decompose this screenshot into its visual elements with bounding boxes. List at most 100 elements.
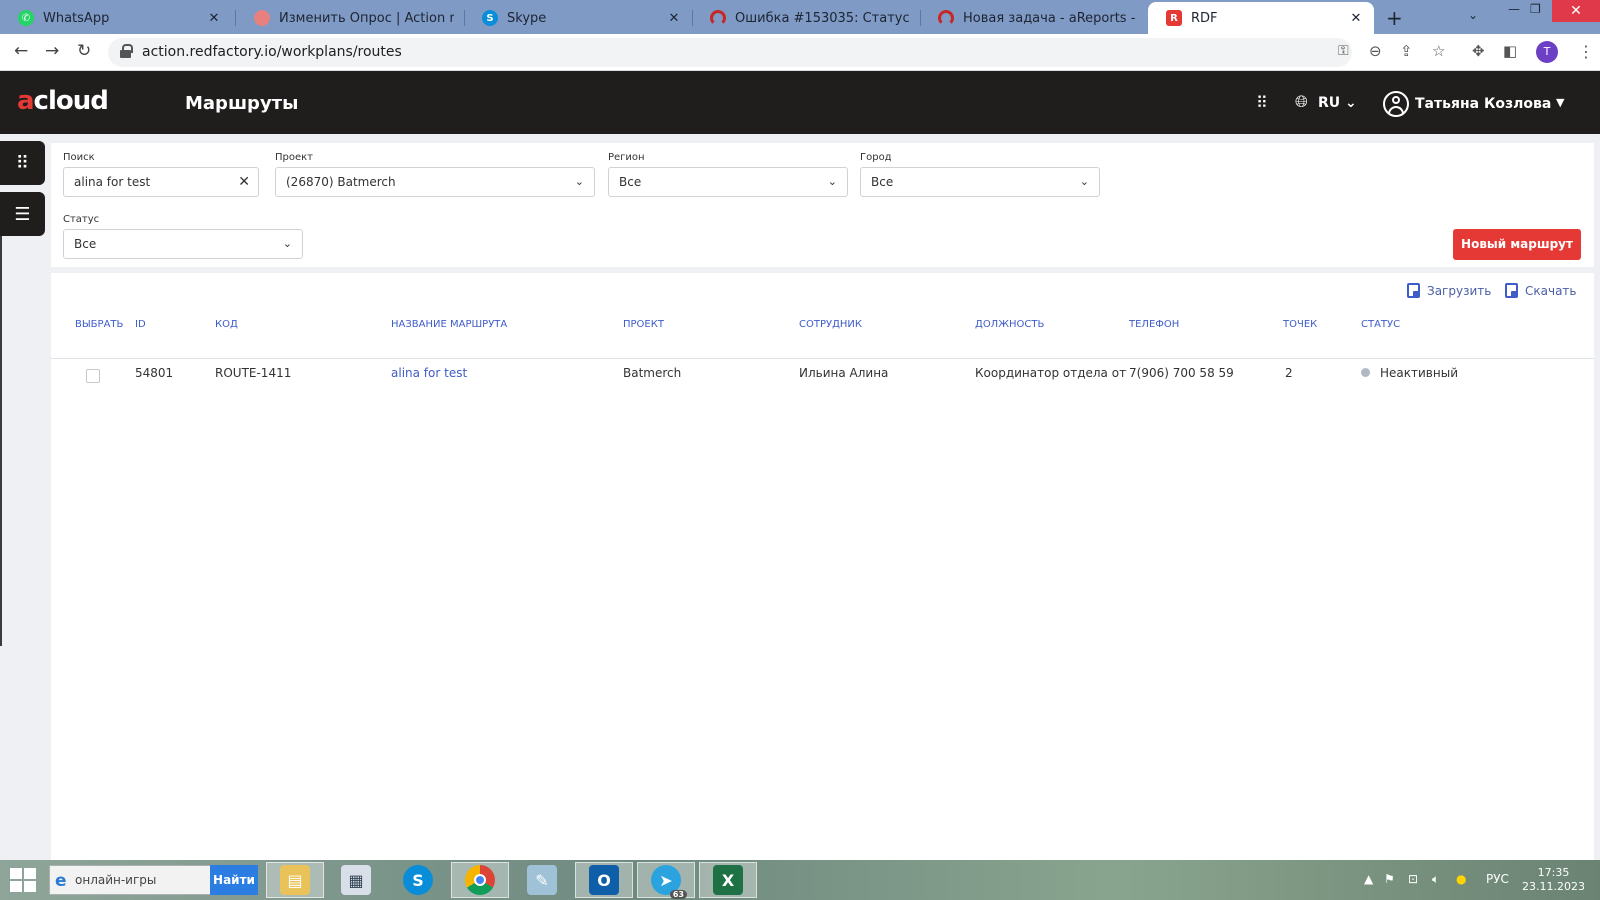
project-select[interactable]: (26870) Batmerch ⌄ — [275, 167, 595, 197]
clear-search-icon[interactable]: ✕ — [238, 168, 250, 196]
forward-icon[interactable]: → — [45, 41, 59, 61]
column-header-project[interactable]: ПРОЕКТ — [623, 319, 664, 330]
browser-tab-redmine-new[interactable]: Новая задача - aReports - SU — [920, 2, 1148, 34]
globe-icon[interactable]: 🌐︎ — [1295, 92, 1308, 112]
search-input[interactable]: alina for test ✕ — [63, 167, 259, 197]
rail-divider — [0, 236, 2, 646]
new-tab-icon[interactable]: + — [1386, 6, 1403, 30]
tab-title: Skype — [507, 10, 547, 26]
tray-volume-icon[interactable]: 🔈︎ — [1432, 872, 1439, 887]
cell-position: Координатор отдела отч... — [975, 366, 1127, 380]
share-icon[interactable]: ⇪ — [1400, 42, 1413, 60]
browser-tab-redmine-error[interactable]: Ошибка #153035: Статус мар — [692, 2, 920, 34]
sidebar-menu-button[interactable]: ☰ — [0, 192, 45, 236]
excel-icon: X — [713, 865, 743, 895]
taskbar-app-skype[interactable]: S — [389, 862, 447, 898]
apps-menu-button[interactable]: ⠿ — [0, 141, 45, 185]
side-panel-icon[interactable]: ◧ — [1503, 42, 1517, 60]
taskbar-app-chrome[interactable] — [451, 862, 509, 898]
status-value: Все — [74, 237, 97, 251]
status-select[interactable]: Все ⌄ — [63, 229, 303, 259]
back-icon[interactable]: ← — [14, 41, 28, 61]
tab-title: RDF — [1191, 10, 1218, 26]
tray-flag-icon[interactable]: ⚑ — [1384, 872, 1395, 886]
column-header-id[interactable]: ID — [135, 319, 146, 330]
column-header-code[interactable]: КОД — [215, 319, 238, 330]
column-header-route-name[interactable]: НАЗВАНИЕ МАРШРУТА — [391, 319, 507, 330]
tray-app-icon[interactable]: ● — [1456, 872, 1466, 886]
taskbar-app-explorer[interactable]: ▤ — [266, 862, 324, 898]
reload-icon[interactable]: ↻ — [77, 41, 91, 61]
address-bar[interactable]: action.redfactory.io/workplans/routes ⚿ — [108, 38, 1352, 67]
chevron-down-icon: ⌄ — [574, 175, 584, 188]
rdf-icon: R — [1166, 10, 1182, 26]
windows-taskbar: e онлайн-игры Найти ▤ ▦ S ✎ O ➤ 63 X ▲ ⚑ … — [0, 860, 1600, 900]
column-header-position[interactable]: ДОЛЖНОСТЬ — [975, 319, 1044, 330]
column-header-points[interactable]: ТОЧЕК — [1283, 319, 1317, 330]
file-explorer-icon: ▤ — [280, 865, 310, 895]
project-label: Проект — [275, 152, 314, 163]
column-header-phone[interactable]: ТЕЛЕФОН — [1129, 319, 1179, 330]
extensions-icon[interactable]: ✥ — [1472, 42, 1485, 60]
city-select[interactable]: Все ⌄ — [860, 167, 1100, 197]
browser-menu-icon[interactable]: ⋮ — [1578, 42, 1594, 61]
browser-tab-whatsapp[interactable]: ✆ WhatsApp ✕ — [0, 2, 232, 34]
minimize-icon[interactable]: — — [1508, 2, 1520, 16]
region-select[interactable]: Все ⌄ — [608, 167, 848, 197]
notes-icon: ✎ — [527, 865, 557, 895]
cell-project: Batmerch — [623, 366, 682, 380]
bookmark-star-icon[interactable]: ☆ — [1432, 42, 1445, 60]
skype-icon: S — [403, 865, 433, 895]
close-tab-icon[interactable]: ✕ — [1348, 11, 1364, 26]
browser-tab-rdf[interactable]: R RDF ✕ — [1148, 2, 1374, 34]
tab-title: Изменить Опрос | Action repo — [279, 10, 454, 26]
window-close-icon[interactable]: ✕ — [1552, 0, 1600, 22]
user-avatar-icon[interactable] — [1383, 91, 1409, 117]
close-tab-icon[interactable]: ✕ — [206, 11, 222, 26]
key-icon[interactable]: ⚿ — [1338, 43, 1349, 59]
taskbar-search-input[interactable]: e онлайн-игры — [49, 865, 211, 895]
tray-language[interactable]: РУС — [1486, 872, 1509, 886]
whatsapp-icon: ✆ — [18, 10, 34, 26]
zoom-icon[interactable]: ⊖ — [1369, 42, 1382, 60]
url-text: action.redfactory.io/workplans/routes — [142, 44, 402, 60]
user-name[interactable]: Татьяна Козлова — [1415, 96, 1551, 112]
tab-search-chevron-icon[interactable]: ⌄ — [1468, 8, 1478, 22]
route-name-link[interactable]: alina for test — [391, 366, 467, 380]
tray-expand-icon[interactable]: ▲ — [1364, 872, 1373, 886]
apps-grid-icon[interactable]: ⠿ — [1256, 93, 1268, 112]
tray-network-icon[interactable]: ⊡ — [1408, 872, 1418, 886]
chevron-down-icon[interactable]: ▼ — [1556, 96, 1564, 109]
taskbar-app-calculator[interactable]: ▦ — [327, 862, 385, 898]
taskbar-app-notes[interactable]: ✎ — [513, 862, 571, 898]
action-reports-icon — [254, 10, 270, 26]
taskbar-find-button[interactable]: Найти — [210, 865, 258, 895]
browser-tab-skype[interactable]: S Skype ✕ — [464, 2, 692, 34]
taskbar-app-telegram[interactable]: ➤ 63 — [637, 862, 695, 899]
restore-icon[interactable]: ❐ — [1530, 2, 1541, 16]
row-select-checkbox[interactable] — [86, 369, 100, 383]
new-route-button[interactable]: Новый маршрут — [1453, 229, 1581, 260]
windows-start-icon[interactable] — [10, 868, 36, 892]
profile-avatar[interactable]: T — [1536, 41, 1558, 63]
cell-id: 54801 — [135, 366, 174, 380]
page-title: Маршруты — [185, 93, 299, 114]
chevron-down-icon: ⌄ — [282, 237, 292, 250]
browser-tabstrip: ✆ WhatsApp ✕ Изменить Опрос | Action rep… — [0, 0, 1600, 34]
close-tab-icon[interactable]: ✕ — [666, 11, 682, 26]
app-header: acloud Маршруты ⠿ 🌐︎ RU ⌄ Татьяна Козлов… — [0, 71, 1600, 134]
routes-table-panel: Загрузить Скачать ВЫБРАТЬ ID КОД НАЗВАНИ… — [51, 273, 1594, 860]
language-selector[interactable]: RU ⌄ — [1318, 95, 1357, 111]
cell-code: ROUTE-1411 — [215, 366, 292, 380]
taskbar-app-excel[interactable]: X — [699, 862, 757, 898]
taskbar-app-outlook[interactable]: O — [575, 862, 633, 898]
column-header-select[interactable]: ВЫБРАТЬ — [75, 319, 123, 330]
browser-tab-action-reports[interactable]: Изменить Опрос | Action repo — [236, 2, 464, 34]
acloud-logo[interactable]: acloud — [17, 86, 109, 116]
column-header-status[interactable]: СТАТУС — [1361, 319, 1400, 330]
download-button[interactable]: Скачать — [1505, 283, 1577, 298]
column-header-employee[interactable]: СОТРУДНИК — [799, 319, 862, 330]
upload-button[interactable]: Загрузить — [1407, 283, 1491, 298]
taskbar-clock[interactable]: 17:35 23.11.2023 — [1522, 866, 1585, 894]
chevron-down-icon: ⌄ — [827, 175, 837, 188]
